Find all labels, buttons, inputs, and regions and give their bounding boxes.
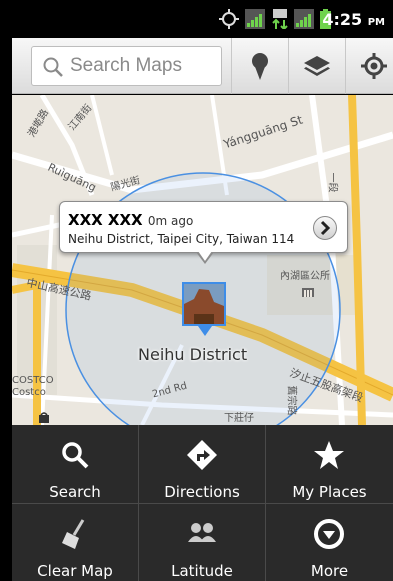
balloon-details-button[interactable] bbox=[313, 216, 337, 240]
menu-item-more[interactable]: More bbox=[266, 504, 393, 581]
menu-item-label: My Places bbox=[292, 483, 367, 501]
map-label: COSTCO bbox=[12, 375, 54, 386]
search-input[interactable]: Search Maps bbox=[31, 46, 222, 86]
menu-item-my-places[interactable]: My Places bbox=[266, 425, 393, 504]
avatar-photo bbox=[184, 284, 224, 324]
map-label: 舊宗路 bbox=[285, 385, 297, 416]
friend-info-balloon[interactable]: XXX XXX 0m ago Neihu District, Taipei Ci… bbox=[59, 201, 348, 264]
my-location-icon bbox=[361, 53, 387, 79]
star-icon bbox=[314, 441, 344, 469]
menu-item-clear-map[interactable]: Clear Map bbox=[12, 504, 139, 581]
menu-item-label: More bbox=[310, 562, 349, 580]
layers-icon bbox=[304, 56, 330, 76]
balloon-tail-fill bbox=[198, 251, 212, 261]
broom-icon bbox=[62, 519, 85, 549]
latitude-people-icon bbox=[188, 523, 216, 542]
location-pointer-icon bbox=[198, 326, 212, 336]
friend-name: XXX XXX 0m ago bbox=[68, 211, 194, 229]
town-hall-icon bbox=[302, 288, 314, 297]
status-bar: 4:25 PM bbox=[12, 0, 393, 38]
my-location-button[interactable] bbox=[345, 38, 393, 94]
menu-item-label: Search bbox=[49, 483, 101, 501]
maps-toolbar: Search Maps bbox=[12, 38, 393, 94]
gps-icon bbox=[219, 9, 239, 29]
search-placeholder: Search Maps bbox=[70, 55, 182, 76]
map-label: Costco bbox=[12, 387, 46, 398]
friend-avatar[interactable] bbox=[182, 282, 226, 326]
signal-s2-icon bbox=[245, 9, 265, 29]
menu-item-label: Clear Map bbox=[37, 562, 113, 580]
map-view[interactable]: 港墘路 江南街 Yángguāng St Ruìguāng 陽光街 一段 中山高… bbox=[12, 95, 393, 425]
menu-item-search[interactable]: Search bbox=[12, 425, 139, 504]
friend-address: Neihu District, Taipei City, Taiwan 114 bbox=[68, 232, 295, 246]
menu-item-latitude[interactable]: Latitude bbox=[139, 504, 266, 581]
search-icon bbox=[62, 442, 89, 469]
menu-item-directions[interactable]: Directions bbox=[139, 425, 266, 504]
directions-icon bbox=[187, 440, 217, 470]
last-seen: 0m ago bbox=[147, 214, 194, 228]
pin-icon bbox=[252, 53, 268, 80]
menu-item-label: Directions bbox=[164, 483, 240, 501]
places-button[interactable] bbox=[231, 38, 288, 94]
shopping-icon bbox=[39, 412, 49, 423]
signal-s1-icon bbox=[294, 9, 314, 29]
data-transfer-icon bbox=[272, 9, 288, 29]
clock: 4:25 PM bbox=[322, 10, 385, 29]
more-icon bbox=[314, 519, 344, 549]
search-icon bbox=[43, 57, 63, 77]
district-label: Neihu District bbox=[138, 345, 248, 364]
menu-item-label: Latitude bbox=[171, 562, 233, 580]
map-label: 一段 bbox=[326, 172, 338, 193]
layers-button[interactable] bbox=[288, 38, 345, 94]
options-menu: Search Directions My Places Clear Map La… bbox=[12, 425, 393, 581]
chevron-right-icon bbox=[320, 220, 331, 236]
map-label: 下莊仔 bbox=[224, 413, 254, 424]
map-label: 內湖區公所 bbox=[280, 271, 330, 282]
